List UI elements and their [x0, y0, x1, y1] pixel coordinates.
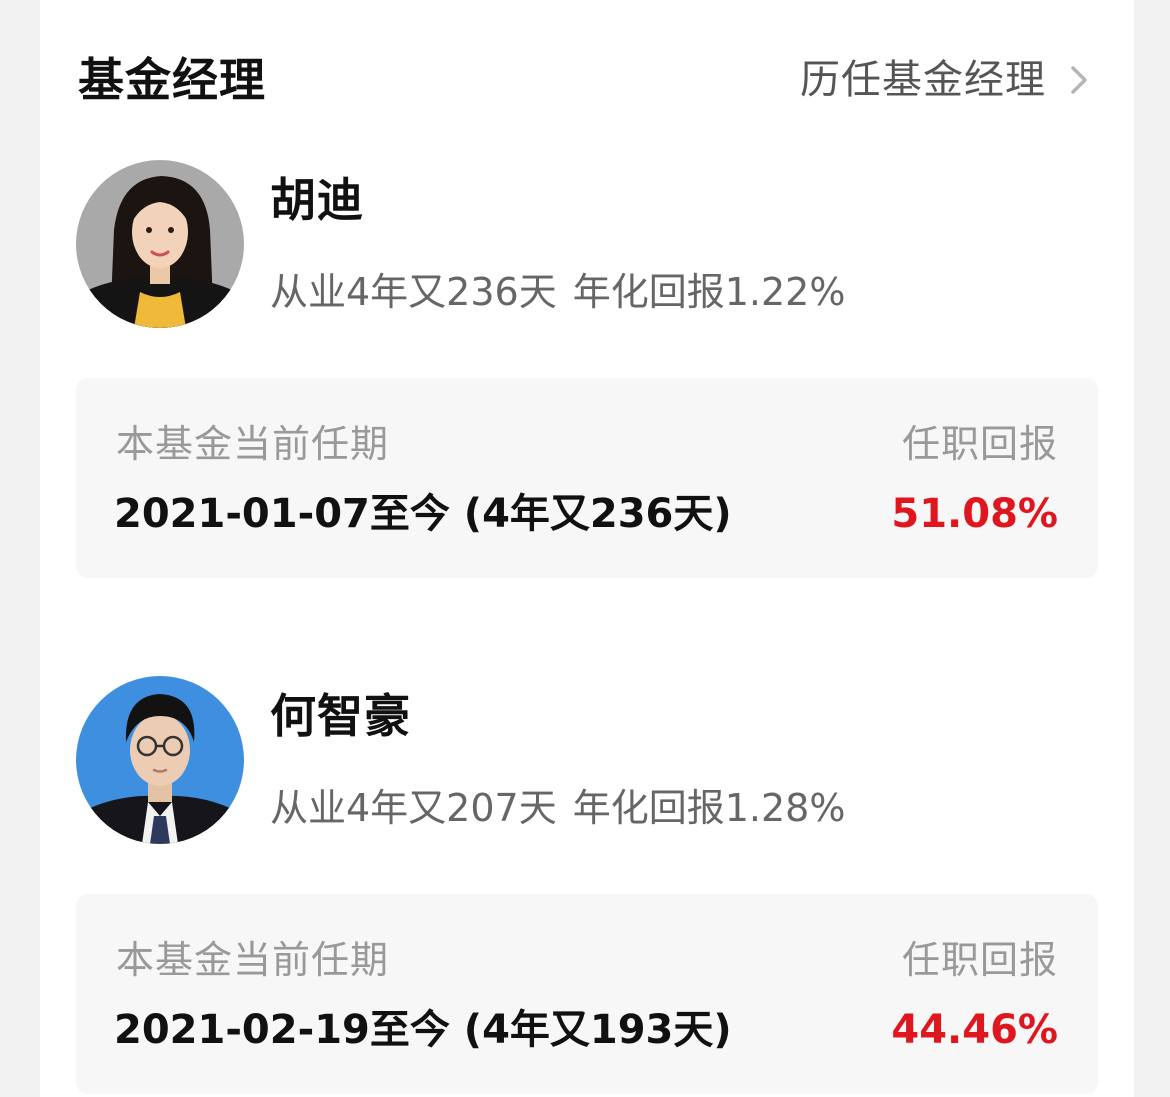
tenure-label: 本基金当前任期: [116, 422, 390, 466]
avatar[interactable]: [76, 160, 244, 328]
history-managers-link[interactable]: 历任基金经理: [800, 50, 1094, 110]
annual-return-text: 年化回报1.22%: [572, 270, 846, 314]
manager-name: 何智豪: [270, 689, 411, 743]
chevron-right-icon: [1064, 60, 1094, 100]
return-label: 任职回报: [901, 422, 1058, 466]
tenure-panel: 本基金当前任期 任职回报 2021-02-19至今 (4年又193天) 44.4…: [76, 894, 1098, 1094]
section-title: 基金经理: [78, 53, 266, 107]
tenure-panel: 本基金当前任期 任职回报 2021-01-07至今 (4年又236天) 51.0…: [76, 378, 1098, 578]
tenure-return-value: 44.46%: [891, 1007, 1058, 1053]
return-label: 任职回报: [901, 938, 1058, 982]
tenure-period: 2021-02-19至今 (4年又193天): [114, 1007, 732, 1053]
manager-stats: 从业4年又236天 年化回报1.22%: [270, 264, 845, 320]
tenure-period: 2021-01-07至今 (4年又236天): [114, 491, 732, 537]
experience-text: 从业4年又207天: [270, 786, 557, 830]
tenure-return-value: 51.08%: [891, 491, 1058, 537]
tenure-label: 本基金当前任期: [116, 938, 390, 982]
fund-manager-card: 基金经理 历任基金经理 胡迪 从业4年又236天 年化回报1.22% 本基金当前…: [40, 0, 1134, 1097]
manager-item[interactable]: 胡迪 从业4年又236天 年化回报1.22% 本基金当前任期 任职回报 2021-…: [76, 160, 1098, 580]
manager-item[interactable]: 何智豪 从业4年又207天 年化回报1.28% 本基金当前任期 任职回报 2021…: [76, 676, 1098, 1096]
manager-name: 胡迪: [270, 173, 364, 227]
annual-return-text: 年化回报1.28%: [572, 786, 846, 830]
avatar[interactable]: [76, 676, 244, 844]
manager-stats: 从业4年又207天 年化回报1.28%: [270, 780, 845, 836]
history-managers-label: 历任基金经理: [800, 57, 1046, 103]
experience-text: 从业4年又236天: [270, 270, 557, 314]
